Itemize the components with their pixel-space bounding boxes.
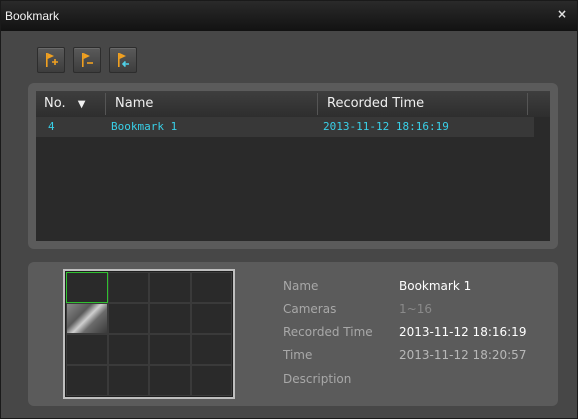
flag-plus-icon bbox=[46, 53, 58, 67]
sort-desc-icon: ▼ bbox=[77, 99, 86, 110]
detail-name-label: Name bbox=[283, 279, 319, 293]
column-divider[interactable] bbox=[317, 93, 318, 115]
column-divider[interactable] bbox=[105, 93, 106, 115]
bookmark-window: Bookmark × No. ▼ Name Recorded Time 4 Bo… bbox=[0, 0, 578, 419]
column-divider[interactable] bbox=[527, 93, 528, 115]
camera-cell bbox=[190, 303, 232, 334]
camera-cell bbox=[149, 365, 191, 396]
camera-cell bbox=[107, 272, 149, 303]
column-name[interactable]: Name bbox=[115, 96, 153, 111]
window-title: Bookmark bbox=[5, 9, 60, 23]
cell-name: Bookmark 1 bbox=[111, 120, 178, 133]
bookmark-list-panel: No. ▼ Name Recorded Time 4 Bookmark 1 20… bbox=[28, 83, 558, 249]
column-recorded-time[interactable]: Recorded Time bbox=[327, 96, 424, 111]
detail-description-label: Description bbox=[283, 372, 352, 386]
camera-cell bbox=[66, 334, 108, 365]
camera-cell bbox=[107, 334, 149, 365]
detail-cameras-label: Cameras bbox=[283, 302, 337, 316]
camera-cell bbox=[190, 365, 232, 396]
detail-time-label: Time bbox=[283, 348, 313, 362]
title-bar[interactable]: Bookmark × bbox=[1, 1, 577, 31]
camera-cell bbox=[107, 303, 149, 334]
cell-recorded-time: 2013-11-12 18:16:19 bbox=[323, 120, 449, 133]
flag-minus-icon bbox=[82, 53, 93, 67]
camera-cell bbox=[149, 303, 191, 334]
goto-bookmark-button[interactable] bbox=[109, 47, 137, 73]
table-row[interactable]: 4 Bookmark 1 2013-11-12 18:16:19 bbox=[36, 117, 534, 137]
detail-recorded-label: Recorded Time bbox=[283, 325, 373, 339]
cell-no: 4 bbox=[48, 120, 55, 133]
camera-cell bbox=[107, 365, 149, 396]
table-header: No. ▼ Name Recorded Time bbox=[36, 91, 550, 117]
camera-cell bbox=[149, 272, 191, 303]
camera-cell bbox=[66, 272, 108, 303]
flag-arrow-icon bbox=[118, 53, 129, 68]
camera-cell bbox=[190, 272, 232, 303]
vertical-scrollbar[interactable] bbox=[536, 117, 550, 241]
camera-cell bbox=[66, 303, 108, 334]
close-button[interactable]: × bbox=[557, 7, 567, 21]
detail-cameras-value: 1~16 bbox=[399, 302, 432, 316]
remove-bookmark-button[interactable] bbox=[73, 47, 101, 73]
camera-grid-thumbnail bbox=[63, 269, 235, 399]
add-bookmark-button[interactable] bbox=[37, 47, 65, 73]
camera-cell bbox=[66, 365, 108, 396]
bookmark-table: No. ▼ Name Recorded Time 4 Bookmark 1 20… bbox=[36, 91, 550, 241]
detail-time-value: 2013-11-12 18:20:57 bbox=[399, 348, 527, 362]
bookmark-detail-panel: Name Bookmark 1 Cameras 1~16 Recorded Ti… bbox=[28, 262, 558, 406]
column-no[interactable]: No. ▼ bbox=[44, 96, 85, 111]
toolbar bbox=[37, 47, 137, 73]
detail-recorded-value: 2013-11-12 18:16:19 bbox=[399, 325, 527, 339]
detail-name-value: Bookmark 1 bbox=[399, 279, 472, 293]
camera-cell bbox=[149, 334, 191, 365]
camera-cell bbox=[190, 334, 232, 365]
